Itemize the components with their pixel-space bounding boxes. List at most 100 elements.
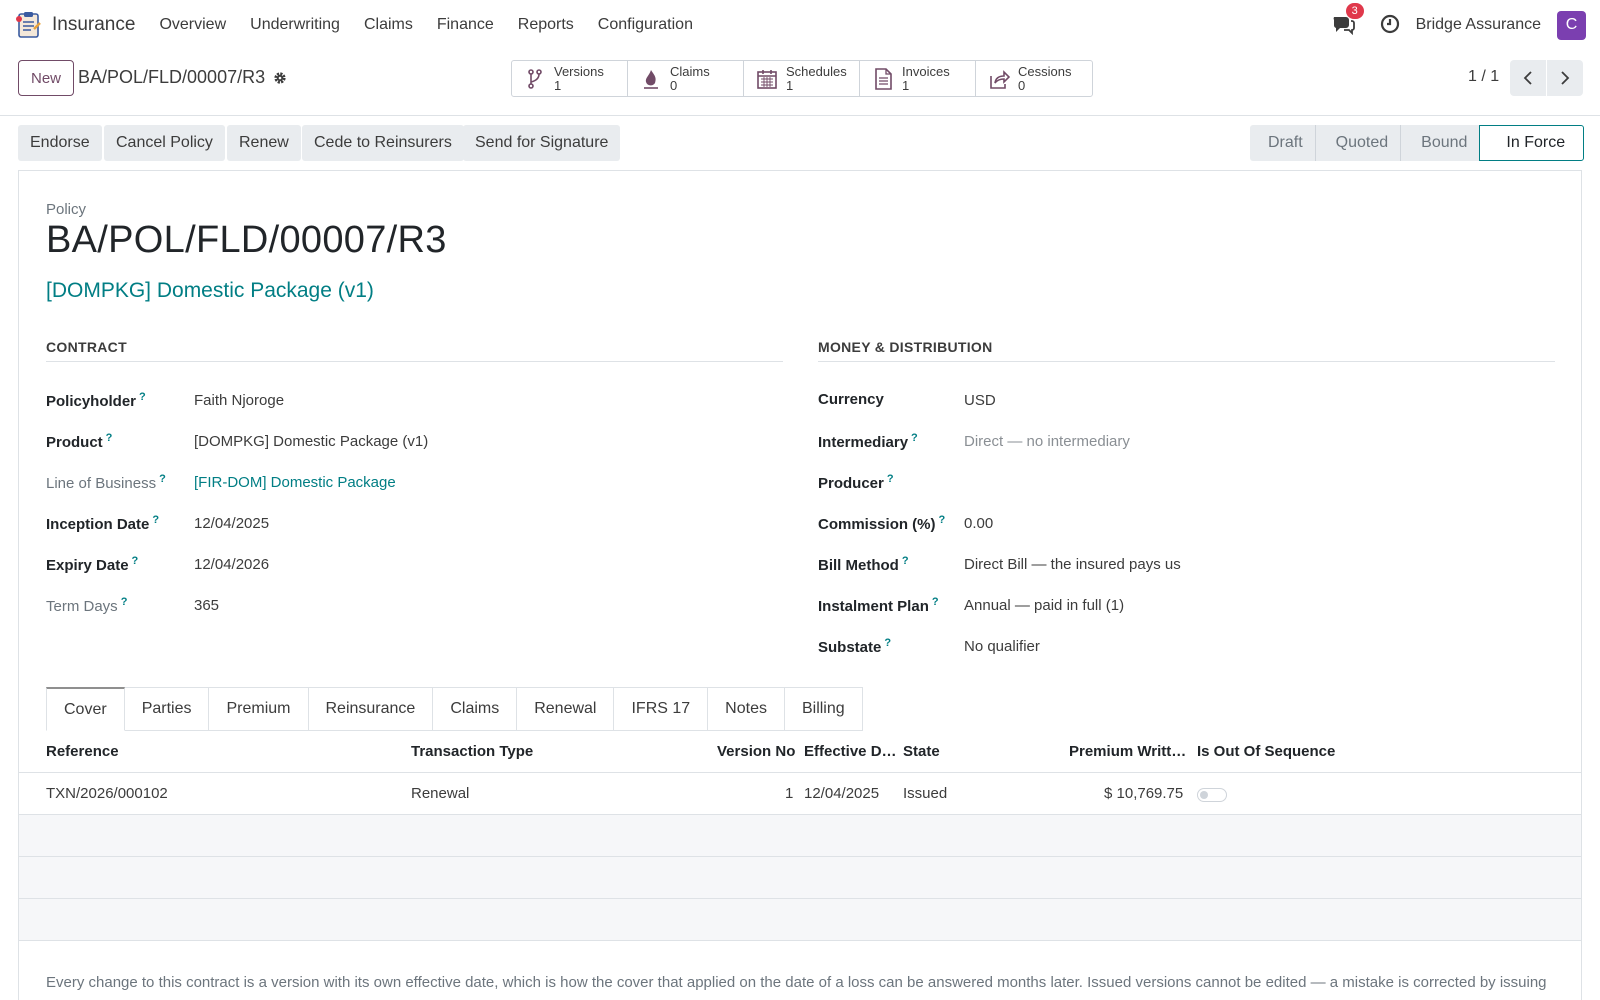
expiry-date-field[interactable]: 12/04/2026	[194, 556, 269, 573]
claims-label: Claims	[670, 63, 710, 79]
product-link[interactable]: [DOMPKG] Domestic Package (v1)	[46, 279, 374, 303]
currency-field[interactable]: USD	[964, 392, 996, 409]
policyholder-label: Policyholder?	[46, 391, 146, 410]
versions-count: 1	[554, 77, 562, 93]
help-icon[interactable]: ?	[139, 391, 146, 403]
user-avatar[interactable]: C	[1557, 10, 1586, 40]
help-icon[interactable]: ?	[932, 596, 939, 608]
pager-previous-button[interactable]	[1510, 60, 1546, 96]
column-effective-date[interactable]: Effective D…	[804, 743, 897, 760]
line-of-business-link[interactable]: [FIR-DOM] Domestic Package	[194, 474, 396, 491]
help-icon[interactable]: ?	[902, 555, 909, 567]
schedules-smart-button[interactable]: Schedules 1	[744, 61, 860, 96]
empty-table-row	[19, 857, 1581, 899]
money-group-title: MONEY & DISTRIBUTION	[818, 339, 1555, 362]
line-of-business-label: Line of Business?	[46, 473, 166, 492]
column-premium-written[interactable]: Premium Writt…	[1069, 743, 1186, 760]
expiry-date-label: Expiry Date?	[46, 555, 139, 574]
invoices-smart-button[interactable]: Invoices 1	[860, 61, 976, 96]
app-name[interactable]: Insurance	[52, 14, 135, 36]
control-panel: New BA/POL/FLD/00007/R3 Versions 1 Claims…	[0, 50, 1600, 116]
stage-in-force[interactable]: In Force	[1479, 125, 1585, 161]
activities-button[interactable]	[1380, 14, 1402, 36]
help-icon[interactable]: ?	[132, 555, 139, 567]
send-for-signature-button[interactable]: Send for Signature	[463, 125, 621, 161]
pager-value[interactable]: 1 / 1	[1468, 68, 1499, 86]
company-switcher[interactable]: Bridge Assurance	[1416, 16, 1541, 34]
cancel-policy-button[interactable]: Cancel Policy	[104, 125, 225, 161]
cell-premium-written: $ 10,769.75	[1104, 785, 1184, 802]
column-version-no[interactable]: Version No	[717, 743, 795, 760]
menu-claims[interactable]: Claims	[352, 16, 425, 34]
status-bar: Draft Quoted Bound In Force	[1250, 125, 1585, 161]
cell-reference: TXN/2026/000102	[46, 785, 168, 802]
cell-transaction-type: Renewal	[411, 785, 470, 802]
commission-field[interactable]: 0.00	[964, 515, 993, 532]
out-of-sequence-toggle[interactable]	[1197, 788, 1227, 802]
product-field[interactable]: [DOMPKG] Domestic Package (v1)	[194, 433, 428, 450]
table-row[interactable]: TXN/2026/000102 Renewal 1 12/04/2025 Iss…	[19, 773, 1581, 815]
stage-draft[interactable]: Draft	[1250, 125, 1315, 161]
record-name: BA/POL/FLD/00007/R3	[78, 67, 266, 87]
bill-method-field[interactable]: Direct Bill — the insured pays us	[964, 556, 1181, 573]
pager-next-button[interactable]	[1547, 60, 1583, 96]
versioning-help-text: Every change to this contract is a versi…	[46, 974, 1547, 1000]
messages-button[interactable]: 3	[1332, 3, 1364, 37]
instalment-plan-field[interactable]: Annual — paid in full (1)	[964, 597, 1124, 614]
term-days-value: 365	[194, 597, 220, 614]
policyholder-field[interactable]: Faith Njoroge	[194, 392, 284, 409]
tab-notes[interactable]: Notes	[708, 687, 785, 731]
inception-date-field[interactable]: 12/04/2025	[194, 515, 269, 532]
tab-ifrs17[interactable]: IFRS 17	[614, 687, 709, 731]
table-header: Reference Transaction Type Version No Ef…	[19, 731, 1581, 773]
tab-parties[interactable]: Parties	[124, 687, 210, 731]
substate-field[interactable]: No qualifier	[964, 638, 1040, 655]
menu-overview[interactable]: Overview	[147, 16, 238, 34]
instalment-plan-label: Instalment Plan?	[818, 596, 939, 615]
tab-billing[interactable]: Billing	[784, 687, 863, 731]
column-is-out-of-sequence[interactable]: Is Out Of Sequence	[1197, 743, 1335, 760]
branch-icon	[528, 68, 542, 89]
invoices-count: 1	[902, 77, 910, 93]
help-icon[interactable]: ?	[159, 473, 166, 485]
tab-premium[interactable]: Premium	[209, 687, 309, 731]
product-label: Product?	[46, 432, 113, 451]
renew-button[interactable]: Renew	[227, 125, 301, 161]
cede-to-reinsurers-button[interactable]: Cede to Reinsurers	[302, 125, 464, 161]
tab-claims[interactable]: Claims	[433, 687, 518, 731]
new-button[interactable]: New	[18, 60, 75, 96]
tab-reinsurance[interactable]: Reinsurance	[308, 687, 434, 731]
help-icon[interactable]: ?	[884, 637, 891, 649]
stage-bound[interactable]: Bound	[1400, 125, 1480, 161]
help-icon[interactable]: ?	[121, 596, 128, 608]
gear-icon[interactable]	[273, 71, 287, 85]
insurance-app-icon[interactable]	[14, 11, 42, 39]
help-icon[interactable]: ?	[106, 432, 113, 444]
empty-table-row	[19, 815, 1581, 857]
tab-cover[interactable]: Cover	[46, 687, 125, 731]
menu-reports[interactable]: Reports	[506, 16, 586, 34]
menu-finance[interactable]: Finance	[425, 16, 506, 34]
producer-field[interactable]	[964, 474, 1264, 494]
help-icon[interactable]: ?	[152, 514, 159, 526]
record-type-label: Policy	[46, 201, 87, 218]
stage-quoted[interactable]: Quoted	[1314, 125, 1401, 161]
page-title: BA/POL/FLD/00007/R3	[46, 219, 447, 261]
versions-smart-button[interactable]: Versions 1	[512, 61, 628, 96]
schedules-label: Schedules	[786, 63, 847, 79]
help-icon[interactable]: ?	[887, 473, 894, 485]
column-state[interactable]: State	[903, 743, 940, 760]
menu-underwriting[interactable]: Underwriting	[238, 16, 352, 34]
menu-configuration[interactable]: Configuration	[586, 16, 705, 34]
endorse-button[interactable]: Endorse	[18, 125, 102, 161]
column-transaction-type[interactable]: Transaction Type	[411, 743, 533, 760]
column-reference[interactable]: Reference	[46, 743, 119, 760]
cessions-smart-button[interactable]: Cessions 0	[976, 61, 1092, 96]
tab-renewal[interactable]: Renewal	[517, 687, 615, 731]
claims-smart-button[interactable]: Claims 0	[628, 61, 744, 96]
navbar-right: 3 Bridge Assurance C	[1332, 3, 1586, 40]
top-navbar: Insurance Overview Underwriting Claims F…	[0, 0, 1600, 50]
help-icon[interactable]: ?	[939, 514, 946, 526]
intermediary-field[interactable]: Direct — no intermediary	[964, 433, 1130, 450]
help-icon[interactable]: ?	[911, 432, 918, 444]
